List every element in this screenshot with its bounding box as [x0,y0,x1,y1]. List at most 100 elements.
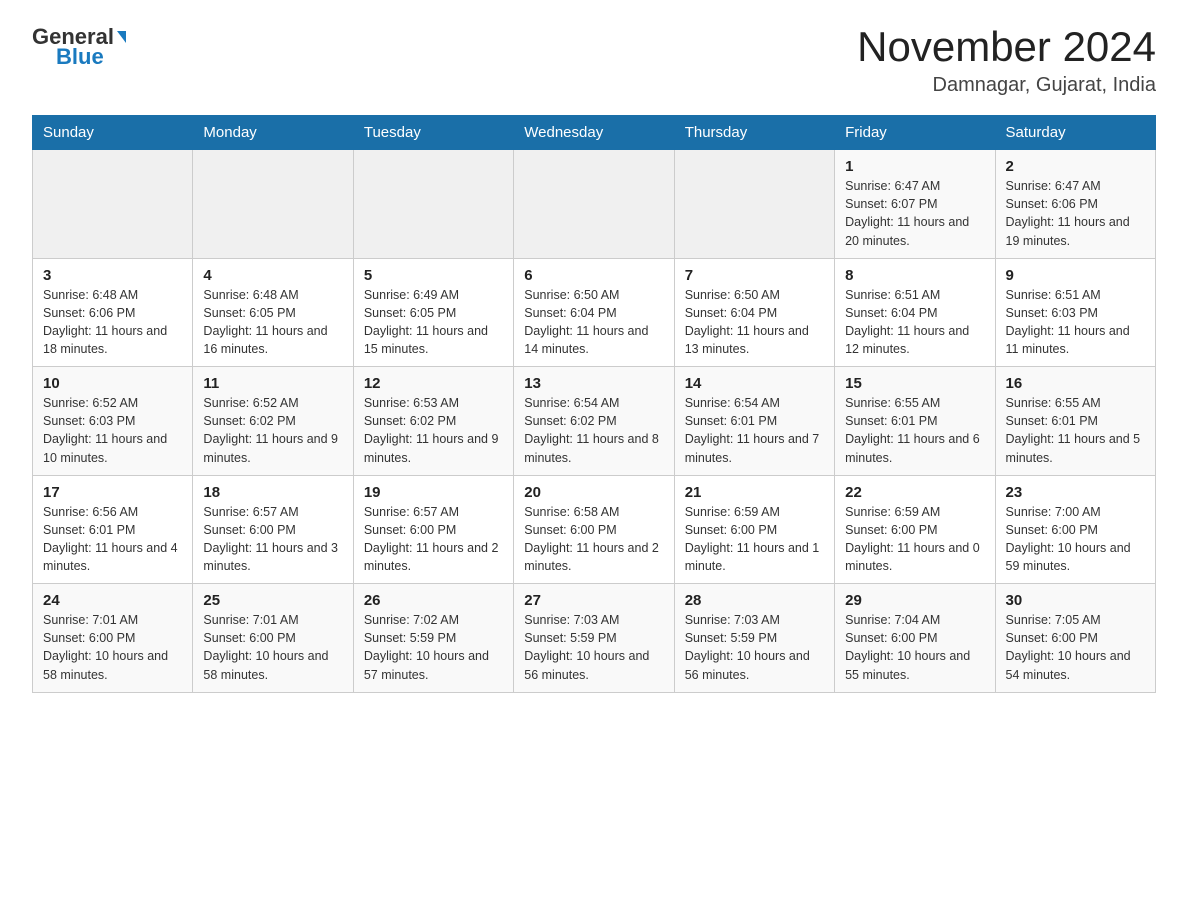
day-info: Sunrise: 6:52 AMSunset: 6:03 PMDaylight:… [43,394,182,467]
calendar-table: SundayMondayTuesdayWednesdayThursdayFrid… [32,115,1156,693]
day-number: 30 [1006,592,1145,609]
calendar-cell: 20 Sunrise: 6:58 AMSunset: 6:00 PMDayligh… [514,475,674,584]
calendar-cell: 7 Sunrise: 6:50 AMSunset: 6:04 PMDaylight… [674,258,834,367]
day-info: Sunrise: 7:00 AMSunset: 6:00 PMDaylight:… [1006,503,1145,576]
calendar-cell: 5Sunrise: 6:49 AMSunset: 6:05 PMDaylight… [353,258,513,367]
calendar-cell [193,150,353,259]
day-number: 2 [1006,158,1145,175]
calendar-cell: 21 Sunrise: 6:59 AMSunset: 6:00 PMDayligh… [674,475,834,584]
logo-triangle-icon [117,31,126,43]
day-number: 26 [364,592,503,609]
calendar-cell: 13Sunrise: 6:54 AMSunset: 6:02 PMDayligh… [514,367,674,476]
day-number: 10 [43,375,182,392]
page-header: General Blue November 2024 Damnagar, Guj… [32,24,1156,97]
day-number: 22 [845,484,984,501]
day-number: 28 [685,592,824,609]
day-number: 6 [524,267,663,284]
calendar-cell: 25 Sunrise: 7:01 AMSunset: 6:00 PMDayligh… [193,584,353,693]
calendar-cell: 3 Sunrise: 6:48 AMSunset: 6:06 PMDaylight… [33,258,193,367]
day-number: 3 [43,267,182,284]
day-info: Sunrise: 7:04 AMSunset: 6:00 PMDaylight:… [845,611,984,684]
calendar-cell: 17Sunrise: 6:56 AMSunset: 6:01 PMDayligh… [33,475,193,584]
day-info: Sunrise: 6:59 AMSunset: 6:00 PMDaylight:… [845,503,984,576]
day-info: Sunrise: 7:01 AMSunset: 6:00 PMDaylight:… [203,611,342,684]
day-info: Sunrise: 7:05 AMSunset: 6:00 PMDaylight:… [1006,611,1145,684]
title-block: November 2024 Damnagar, Gujarat, India [857,24,1156,97]
day-number: 15 [845,375,984,392]
calendar-cell: 22 Sunrise: 6:59 AMSunset: 6:00 PMDayligh… [835,475,995,584]
calendar-cell: 14 Sunrise: 6:54 AMSunset: 6:01 PMDayligh… [674,367,834,476]
calendar-cell: 29 Sunrise: 7:04 AMSunset: 6:00 PMDayligh… [835,584,995,693]
day-number: 17 [43,484,182,501]
day-number: 27 [524,592,663,609]
day-info: Sunrise: 6:59 AMSunset: 6:00 PMDaylight:… [685,503,824,576]
day-info: Sunrise: 7:03 AMSunset: 5:59 PMDaylight:… [685,611,824,684]
calendar-cell: 1 Sunrise: 6:47 AMSunset: 6:07 PMDaylight… [835,150,995,259]
day-info: Sunrise: 7:01 AMSunset: 6:00 PMDaylight:… [43,611,182,684]
day-info: Sunrise: 6:51 AMSunset: 6:04 PMDaylight:… [845,286,984,359]
day-number: 19 [364,484,503,501]
day-info: Sunrise: 6:55 AMSunset: 6:01 PMDaylight:… [1006,394,1145,467]
calendar-cell: 19 Sunrise: 6:57 AMSunset: 6:00 PMDayligh… [353,475,513,584]
day-info: Sunrise: 6:53 AMSunset: 6:02 PMDaylight:… [364,394,503,467]
day-number: 11 [203,375,342,392]
day-info: Sunrise: 6:57 AMSunset: 6:00 PMDaylight:… [364,503,503,576]
calendar-cell [514,150,674,259]
calendar-cell: 6 Sunrise: 6:50 AMSunset: 6:04 PMDaylight… [514,258,674,367]
day-info: Sunrise: 6:57 AMSunset: 6:00 PMDaylight:… [203,503,342,576]
calendar-cell: 28 Sunrise: 7:03 AMSunset: 5:59 PMDayligh… [674,584,834,693]
calendar-header-wednesday: Wednesday [514,116,674,150]
day-info: Sunrise: 6:52 AMSunset: 6:02 PMDaylight:… [203,394,342,467]
calendar-cell [674,150,834,259]
day-number: 21 [685,484,824,501]
calendar-cell: 15 Sunrise: 6:55 AMSunset: 6:01 PMDayligh… [835,367,995,476]
day-number: 5 [364,267,503,284]
day-number: 7 [685,267,824,284]
day-number: 24 [43,592,182,609]
calendar-header-sunday: Sunday [33,116,193,150]
calendar-cell: 27 Sunrise: 7:03 AMSunset: 5:59 PMDayligh… [514,584,674,693]
day-info: Sunrise: 6:50 AMSunset: 6:04 PMDaylight:… [685,286,824,359]
calendar-cell [33,150,193,259]
day-number: 16 [1006,375,1145,392]
day-info: Sunrise: 6:47 AMSunset: 6:07 PMDaylight:… [845,177,984,250]
calendar-cell: 11 Sunrise: 6:52 AMSunset: 6:02 PMDayligh… [193,367,353,476]
day-number: 4 [203,267,342,284]
day-info: Sunrise: 6:50 AMSunset: 6:04 PMDaylight:… [524,286,663,359]
day-info: Sunrise: 7:03 AMSunset: 5:59 PMDaylight:… [524,611,663,684]
logo-blue-text: Blue [56,44,104,70]
day-number: 25 [203,592,342,609]
calendar-week-row: 3 Sunrise: 6:48 AMSunset: 6:06 PMDaylight… [33,258,1156,367]
calendar-header-thursday: Thursday [674,116,834,150]
calendar-week-row: 17Sunrise: 6:56 AMSunset: 6:01 PMDayligh… [33,475,1156,584]
calendar-header-row: SundayMondayTuesdayWednesdayThursdayFrid… [33,116,1156,150]
calendar-cell: 30 Sunrise: 7:05 AMSunset: 6:00 PMDayligh… [995,584,1155,693]
calendar-cell: 4 Sunrise: 6:48 AMSunset: 6:05 PMDaylight… [193,258,353,367]
day-info: Sunrise: 6:47 AMSunset: 6:06 PMDaylight:… [1006,177,1145,250]
day-number: 8 [845,267,984,284]
day-info: Sunrise: 6:58 AMSunset: 6:00 PMDaylight:… [524,503,663,576]
day-info: Sunrise: 6:48 AMSunset: 6:05 PMDaylight:… [203,286,342,359]
day-info: Sunrise: 7:02 AMSunset: 5:59 PMDaylight:… [364,611,503,684]
calendar-cell: 2 Sunrise: 6:47 AMSunset: 6:06 PMDaylight… [995,150,1155,259]
month-year-title: November 2024 [857,24,1156,70]
day-number: 12 [364,375,503,392]
location-subtitle: Damnagar, Gujarat, India [857,74,1156,97]
day-info: Sunrise: 6:51 AMSunset: 6:03 PMDaylight:… [1006,286,1145,359]
calendar-cell: 26 Sunrise: 7:02 AMSunset: 5:59 PMDayligh… [353,584,513,693]
day-number: 20 [524,484,663,501]
calendar-cell: 10 Sunrise: 6:52 AMSunset: 6:03 PMDayligh… [33,367,193,476]
calendar-cell: 12 Sunrise: 6:53 AMSunset: 6:02 PMDayligh… [353,367,513,476]
calendar-week-row: 24 Sunrise: 7:01 AMSunset: 6:00 PMDayligh… [33,584,1156,693]
day-number: 13 [524,375,663,392]
day-number: 14 [685,375,824,392]
day-info: Sunrise: 6:54 AMSunset: 6:01 PMDaylight:… [685,394,824,467]
day-number: 23 [1006,484,1145,501]
calendar-cell: 18Sunrise: 6:57 AMSunset: 6:00 PMDayligh… [193,475,353,584]
day-info: Sunrise: 6:48 AMSunset: 6:06 PMDaylight:… [43,286,182,359]
day-number: 29 [845,592,984,609]
day-info: Sunrise: 6:55 AMSunset: 6:01 PMDaylight:… [845,394,984,467]
calendar-header-saturday: Saturday [995,116,1155,150]
calendar-week-row: 10 Sunrise: 6:52 AMSunset: 6:03 PMDayligh… [33,367,1156,476]
day-number: 1 [845,158,984,175]
